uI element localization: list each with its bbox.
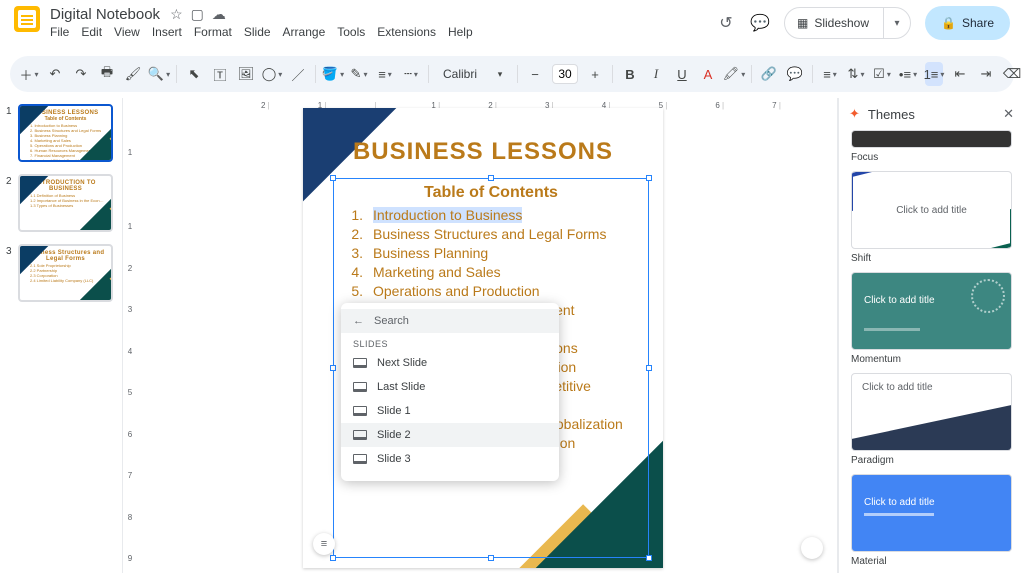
slide-icon bbox=[353, 430, 367, 440]
canvas[interactable]: 2 |1 | |1 |2 |3 |4 |5 |6 |7 | 1123456789… bbox=[122, 98, 838, 573]
menu-insert[interactable]: Insert bbox=[152, 25, 182, 39]
theme-card-material[interactable]: Click to add title bbox=[851, 474, 1012, 552]
theme-name: Shift bbox=[851, 253, 1012, 264]
numbered-button[interactable]: 1≡ bbox=[925, 62, 943, 86]
toolbar: ＋ ↶ ↷ 🖶 🖌 🔍 ⬉ 🅃 🖼 ◯ ／ 🪣 ✎ ≡ ┄ Calibri ▾ … bbox=[10, 56, 1014, 92]
bold-button[interactable]: B bbox=[621, 62, 639, 86]
slide-icon bbox=[353, 406, 367, 416]
underline-button[interactable]: U bbox=[673, 62, 691, 86]
menu-tools[interactable]: Tools bbox=[337, 25, 365, 39]
slide-icon bbox=[353, 454, 367, 464]
highlight-color[interactable]: 🖍 bbox=[725, 62, 743, 86]
slide-thumb-3[interactable]: 3 Business Structures and Legal Forms 2.… bbox=[6, 244, 113, 302]
line-tool[interactable]: ／ bbox=[289, 62, 307, 86]
clear-format-button[interactable]: ⌫ bbox=[1003, 62, 1021, 86]
header: Digital Notebook ☆ ▢ ☁ File Edit View Inser… bbox=[0, 0, 1024, 56]
close-icon[interactable]: ✕ bbox=[1003, 106, 1014, 122]
back-icon: ← bbox=[353, 315, 364, 327]
comments-icon[interactable]: 💬 bbox=[750, 13, 770, 33]
linespacing-button[interactable]: ⇅ bbox=[847, 62, 865, 86]
link-button[interactable]: 🔗 bbox=[760, 62, 778, 86]
menu-slide[interactable]: Slide bbox=[244, 25, 271, 39]
ruler-vertical: 1123456789 bbox=[123, 112, 137, 567]
undo-button[interactable]: ↶ bbox=[46, 62, 64, 86]
speaker-notes-toggle[interactable]: ≡ bbox=[313, 533, 335, 555]
app-icon[interactable] bbox=[14, 6, 40, 32]
search-result-2[interactable]: Slide 1 bbox=[341, 399, 559, 423]
menu-extensions[interactable]: Extensions bbox=[377, 25, 436, 39]
slide-icon bbox=[353, 358, 367, 368]
image-tool[interactable]: 🖼 bbox=[237, 62, 255, 86]
comment-button[interactable]: 💬 bbox=[786, 62, 804, 86]
menu-edit[interactable]: Edit bbox=[81, 25, 102, 39]
slideshow-dropdown[interactable]: ▾ bbox=[884, 18, 910, 29]
border-color[interactable]: ✎ bbox=[350, 62, 368, 86]
theme-card-shift[interactable]: Click to add title bbox=[851, 171, 1012, 249]
theme-name: Focus bbox=[851, 152, 1012, 163]
zoom-button[interactable]: 🔍 bbox=[150, 62, 168, 86]
font-size[interactable]: 30 bbox=[552, 64, 578, 84]
move-icon[interactable]: ▢ bbox=[191, 6, 204, 23]
select-tool[interactable]: ⬉ bbox=[185, 62, 203, 86]
border-dash[interactable]: ┄ bbox=[402, 62, 420, 86]
paint-format-button[interactable]: 🖌 bbox=[124, 62, 142, 86]
theme-card-paradigm[interactable]: Click to add title bbox=[851, 373, 1012, 451]
slide-thumb-2[interactable]: 2 INTRODUCTION TO BUSINESS 1.1 Definitio… bbox=[6, 174, 113, 232]
search-result-3[interactable]: Slide 2 bbox=[341, 423, 559, 447]
print-button[interactable]: 🖶 bbox=[98, 62, 116, 86]
theme-name: Paradigm bbox=[851, 455, 1012, 466]
star-icon[interactable]: ☆ bbox=[170, 6, 183, 23]
search-section-label: SLIDES bbox=[341, 333, 559, 351]
theme-card-momentum[interactable]: Click to add title bbox=[851, 272, 1012, 350]
slide-title[interactable]: BUSINESS LESSONS bbox=[303, 138, 663, 166]
font-select[interactable]: Calibri bbox=[437, 62, 483, 86]
cloud-icon[interactable]: ☁ bbox=[212, 6, 226, 23]
themes-title: Themes bbox=[868, 107, 915, 122]
text-color[interactable]: A bbox=[699, 62, 717, 86]
search-result-0[interactable]: Next Slide bbox=[341, 351, 559, 375]
font-inc[interactable]: + bbox=[586, 62, 604, 86]
menu-format[interactable]: Format bbox=[194, 25, 232, 39]
border-weight[interactable]: ≡ bbox=[376, 62, 394, 86]
share-button[interactable]: 🔒 Share bbox=[925, 6, 1010, 40]
menu-view[interactable]: View bbox=[114, 25, 140, 39]
themes-icon: ✦ bbox=[849, 106, 860, 122]
search-back[interactable]: ← Search bbox=[341, 309, 559, 333]
slideshow-button[interactable]: ▦Slideshow ▾ bbox=[784, 7, 911, 39]
italic-button[interactable]: I bbox=[647, 62, 665, 86]
search-result-1[interactable]: Last Slide bbox=[341, 375, 559, 399]
link-search-popup: ← Search SLIDES Next SlideLast SlideSlid… bbox=[341, 303, 559, 481]
slide-icon bbox=[353, 382, 367, 392]
slide-panel: 1 BUSINESS LESSONS Table of Contents 1. … bbox=[0, 98, 122, 573]
textbox-tool[interactable]: 🅃 bbox=[211, 62, 229, 86]
theme-card-focus[interactable] bbox=[851, 130, 1012, 148]
lock-icon: 🔒 bbox=[941, 16, 956, 30]
fill-color[interactable]: 🪣 bbox=[324, 62, 342, 86]
bulleted-button[interactable]: •≡ bbox=[899, 62, 917, 86]
search-input[interactable]: Search bbox=[374, 315, 409, 327]
shape-tool[interactable]: ◯ bbox=[263, 62, 281, 86]
history-icon[interactable]: ↺ bbox=[716, 13, 736, 33]
menu-arrange[interactable]: Arrange bbox=[283, 25, 326, 39]
search-result-4[interactable]: Slide 3 bbox=[341, 447, 559, 471]
redo-button[interactable]: ↷ bbox=[72, 62, 90, 86]
checklist-button[interactable]: ☑ bbox=[873, 62, 891, 86]
menubar: File Edit View Insert Format Slide Arrange Tool… bbox=[50, 25, 473, 39]
new-slide-button[interactable]: ＋ bbox=[20, 62, 38, 86]
font-dec[interactable]: − bbox=[526, 62, 544, 86]
indent-button[interactable]: ⇥ bbox=[977, 62, 995, 86]
themes-panel: ✦ Themes ✕ Focus Click to add title Shift C… bbox=[838, 98, 1024, 573]
align-button[interactable]: ≡ bbox=[821, 62, 839, 86]
menu-file[interactable]: File bbox=[50, 25, 69, 39]
menu-help[interactable]: Help bbox=[448, 25, 473, 39]
explore-button[interactable] bbox=[801, 537, 823, 559]
outdent-button[interactable]: ⇤ bbox=[951, 62, 969, 86]
doc-title[interactable]: Digital Notebook bbox=[50, 6, 160, 23]
theme-name: Material bbox=[851, 556, 1012, 567]
theme-name: Momentum bbox=[851, 354, 1012, 365]
slide-thumb-1[interactable]: 1 BUSINESS LESSONS Table of Contents 1. … bbox=[6, 104, 113, 162]
